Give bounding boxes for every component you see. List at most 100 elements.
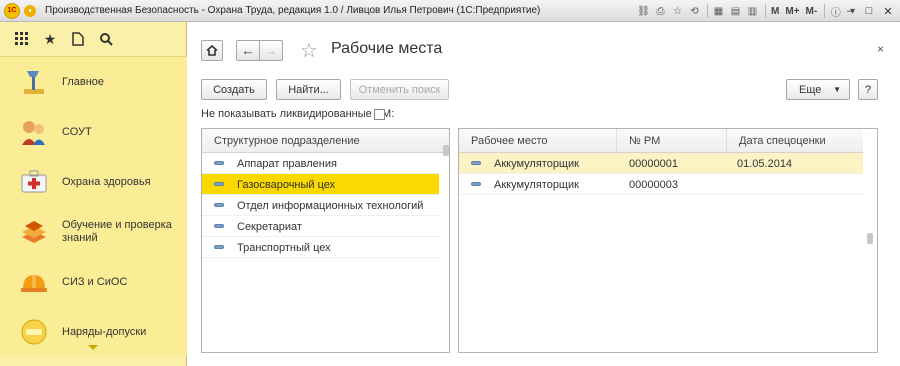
history-icon[interactable]: ⟲	[687, 4, 702, 19]
window-title-bar: 1С ▾ Производственная Безопасность - Охр…	[0, 0, 900, 22]
section-label: Наряды-допуски	[62, 325, 147, 338]
cancel-search-button[interactable]: Отменить поиск	[350, 79, 449, 100]
item-marker-icon	[214, 245, 224, 249]
section-label: Обучение и проверка знаний	[62, 219, 172, 244]
section-item-main[interactable]: Главное	[0, 57, 187, 107]
memory-plus-button[interactable]: M+	[783, 4, 801, 19]
departments-list: Структурное подразделение Аппарат правле…	[201, 128, 450, 353]
workplace-name: Аккумуляторщик	[494, 157, 579, 170]
workplaces-header: Рабочее место № РМ Дата спецоценки	[459, 129, 863, 153]
department-row[interactable]: Отдел информационных технологий	[202, 195, 439, 216]
section-label: Главное	[62, 75, 105, 88]
books-icon	[16, 214, 52, 250]
main-menu-dropdown-icon[interactable]: ▾	[24, 4, 36, 17]
column-header-workplace[interactable]: Рабочее место	[459, 129, 617, 152]
arrow-left-icon: ←	[241, 43, 255, 58]
main-content: ← → ☆ Рабочие места × Создать Найти... О…	[188, 22, 900, 366]
sections-list: Главное СОУТ Охрана здоровья Обучение и …	[0, 56, 187, 356]
toolbar-separator	[824, 4, 826, 18]
desk-lamp-icon	[16, 64, 52, 100]
column-header-assessment-date[interactable]: Дата спецоценки	[727, 129, 863, 152]
section-label: СОУТ	[62, 125, 92, 138]
window-toolbar: ⛓ ⎙ ☆ ⟲ ▦ ▤ ▥ M M+ M- ⓘ ▾	[636, 3, 862, 19]
item-marker-icon	[214, 161, 224, 165]
hide-liquidated-label: Не показывать ликвидированные РМ:	[201, 108, 395, 120]
close-form-icon[interactable]: ×	[877, 42, 884, 56]
section-item-sout[interactable]: СОУТ	[0, 107, 187, 157]
section-label: СИЗ и СиОС	[62, 275, 128, 288]
find-button[interactable]: Найти...	[276, 79, 341, 100]
sections-panel: ★ Главное СОУТ Охрана здоровья Обучение …	[0, 22, 187, 366]
memory-m-button[interactable]: M	[769, 4, 781, 19]
more-label: Еще	[799, 83, 822, 96]
help-button[interactable]: ?	[858, 79, 878, 100]
window-title: Производственная Безопасность - Охрана Т…	[45, 5, 541, 16]
workplaces-table: Рабочее место № РМ Дата спецоценки Аккум…	[458, 128, 878, 353]
section-item-health[interactable]: Охрана здоровья	[0, 157, 187, 207]
window-close-icon[interactable]: ✕	[880, 3, 896, 19]
departments-scrollbar-thumb[interactable]	[443, 145, 449, 156]
department-row[interactable]: Секретариат	[202, 216, 439, 237]
calendar-icon[interactable]: ▤	[728, 4, 743, 19]
item-marker-icon	[471, 182, 481, 186]
item-marker-icon	[214, 182, 224, 186]
dropdown-arrow-icon: ▼	[833, 85, 841, 94]
departments-header: Структурное подразделение	[202, 129, 449, 153]
department-row-selected[interactable]: Газосварочный цех	[202, 174, 439, 195]
workplace-row[interactable]: Аккумуляторщик 00000003	[459, 174, 863, 195]
memory-minus-button[interactable]: M-	[804, 4, 820, 19]
department-name: Отдел информационных технологий	[237, 199, 424, 212]
all-functions-grid-icon[interactable]	[12, 29, 32, 49]
calculator-icon[interactable]: ▦	[711, 4, 726, 19]
logo-text: 1С	[7, 7, 17, 14]
column-header-number[interactable]: № РМ	[617, 129, 727, 152]
workplace-number: 00000001	[629, 157, 678, 170]
hide-liquidated-checkbox[interactable]	[374, 109, 385, 120]
forward-button[interactable]: →	[259, 40, 283, 61]
create-button[interactable]: Создать	[201, 79, 267, 100]
clipboard-icon[interactable]: ▥	[745, 4, 760, 19]
home-icon	[206, 45, 218, 56]
info-icon[interactable]: ⓘ	[828, 4, 843, 19]
assessment-date: 01.05.2014	[737, 157, 793, 170]
department-name: Транспортный цех	[237, 241, 331, 254]
section-item-ppe[interactable]: СИЗ и СиОС	[0, 257, 187, 307]
print-icon[interactable]: ⎙	[653, 4, 668, 19]
arrow-right-icon: →	[264, 43, 278, 58]
department-row[interactable]: Транспортный цех	[202, 237, 439, 258]
column-header-department[interactable]: Структурное подразделение	[202, 129, 442, 152]
maximize-icon[interactable]: □	[861, 3, 877, 19]
sidebar-toolbar: ★	[0, 22, 187, 56]
home-button[interactable]	[201, 40, 223, 61]
toolbar-separator	[707, 4, 708, 18]
workplace-number: 00000003	[629, 178, 678, 191]
history-icon[interactable]	[68, 29, 88, 49]
workplaces-scrollbar-thumb[interactable]	[867, 233, 873, 244]
section-item-training[interactable]: Обучение и проверка знаний	[0, 207, 187, 257]
app-logo-icon: 1С	[4, 2, 20, 19]
page-title: Рабочие места	[331, 40, 443, 57]
add-to-favorites-star-icon[interactable]: ☆	[300, 38, 318, 63]
item-marker-icon	[471, 161, 481, 165]
workplace-row-selected[interactable]: Аккумуляторщик 00000001 01.05.2014	[459, 153, 863, 174]
minimize-icon[interactable]: –	[842, 3, 858, 19]
department-row[interactable]: Аппарат правления	[202, 153, 439, 174]
scroll-down-arrow-icon[interactable]	[88, 345, 98, 350]
favorites-star-icon[interactable]: ★	[40, 29, 60, 49]
department-name: Секретариат	[237, 220, 302, 233]
more-menu-button[interactable]: Еще ▼	[786, 79, 850, 100]
department-name: Аппарат правления	[237, 157, 337, 170]
back-button[interactable]: ←	[236, 40, 260, 61]
search-icon[interactable]	[96, 29, 116, 49]
workplace-name: Аккумуляторщик	[494, 178, 579, 191]
item-marker-icon	[214, 203, 224, 207]
first-aid-kit-icon	[16, 164, 52, 200]
department-name: Газосварочный цех	[237, 178, 336, 191]
section-label: Охрана здоровья	[62, 175, 151, 188]
favorites-icon[interactable]: ☆	[670, 4, 685, 19]
link-icon[interactable]: ⛓	[636, 4, 651, 19]
permit-icon	[16, 314, 52, 350]
workers-icon	[16, 114, 52, 150]
item-marker-icon	[214, 224, 224, 228]
hard-hat-icon	[16, 264, 52, 300]
